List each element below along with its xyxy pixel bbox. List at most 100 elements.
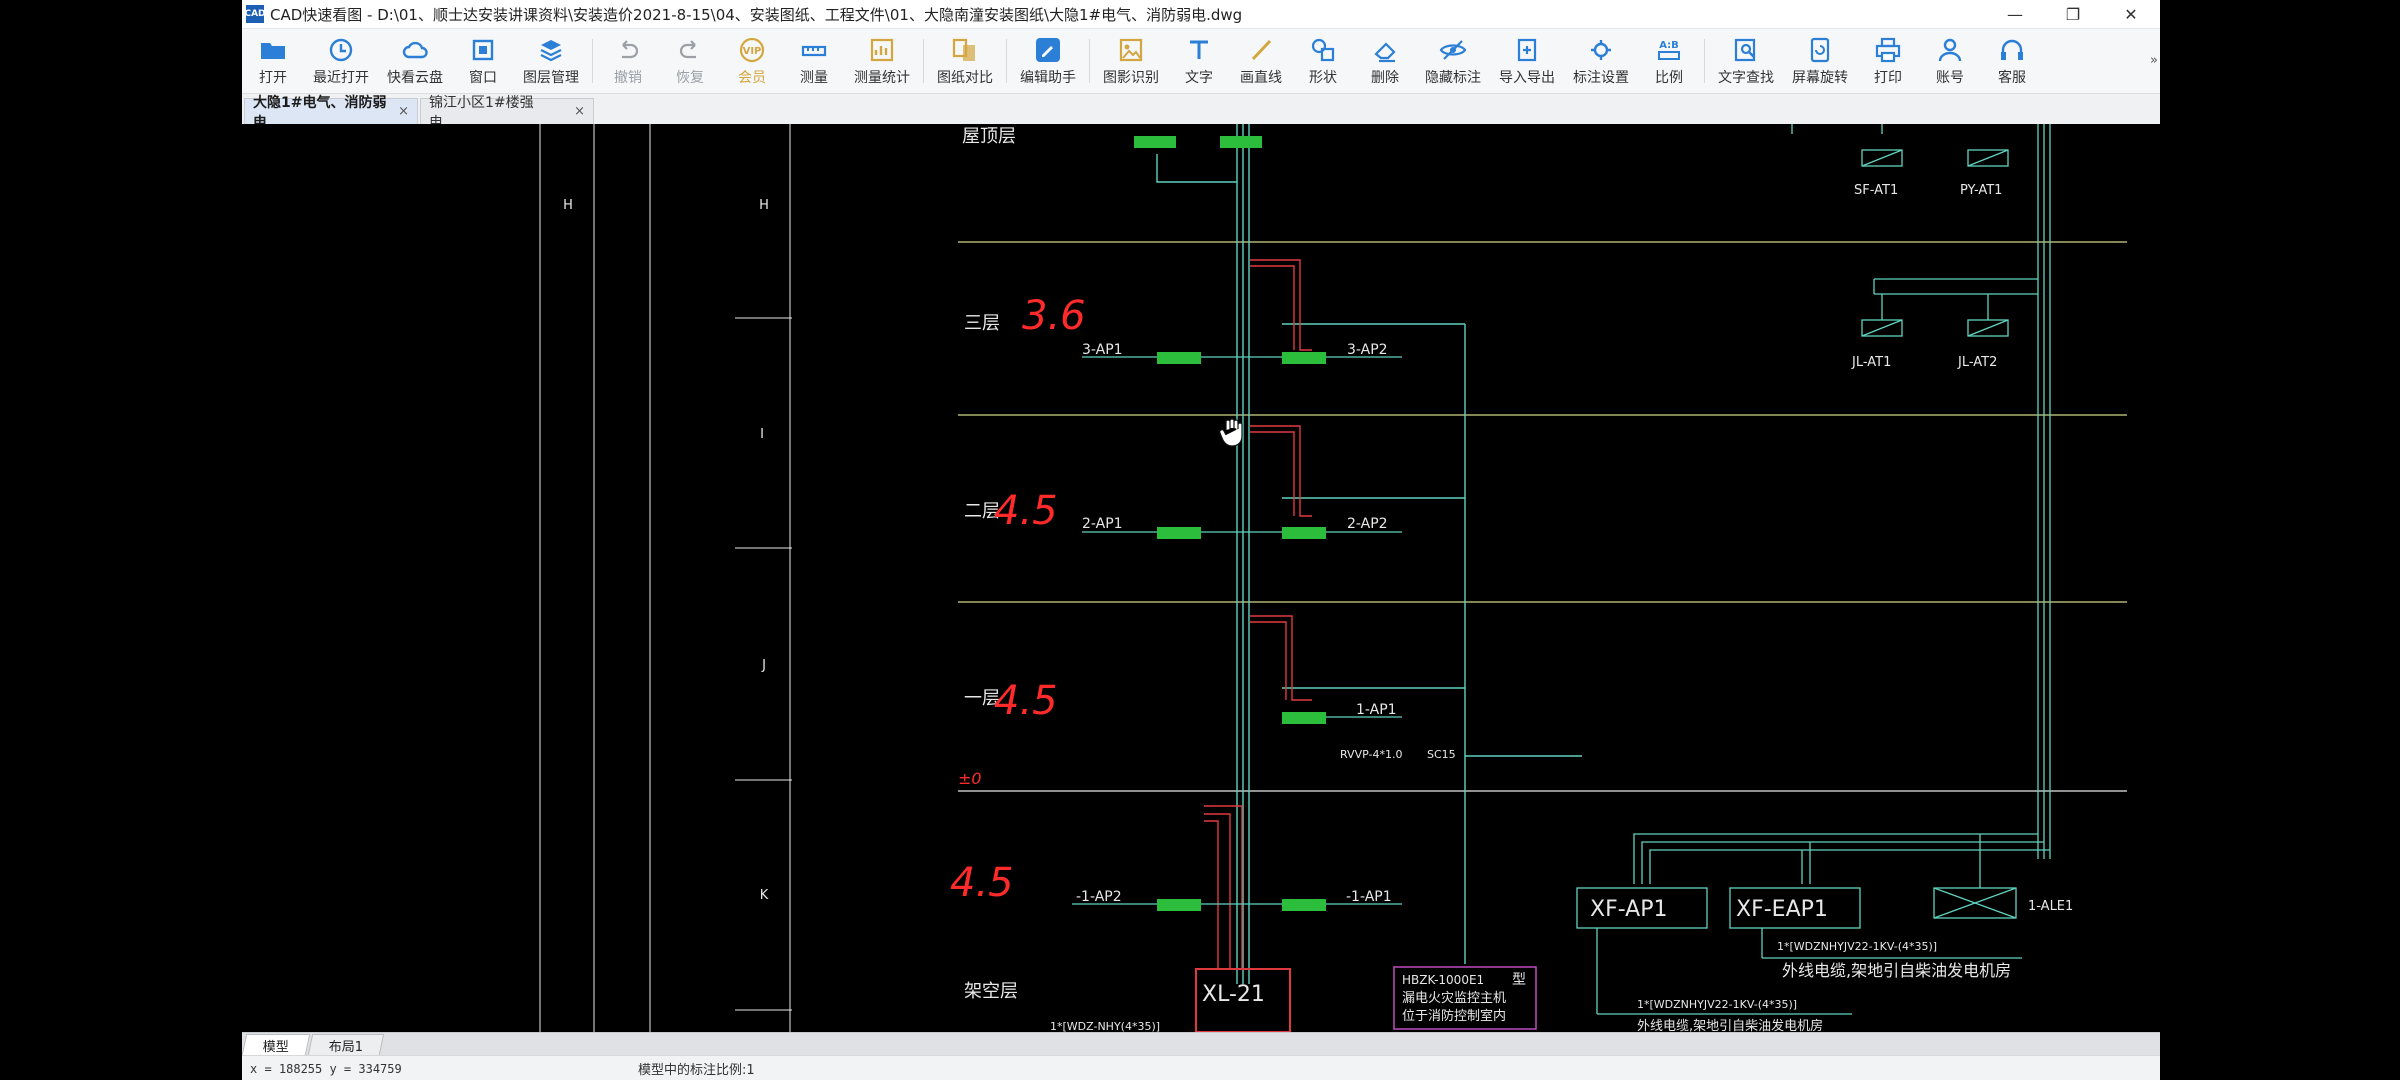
toolbar-more-button[interactable]: » xyxy=(2150,53,2158,68)
line-button[interactable]: 画直线 xyxy=(1230,29,1292,93)
hide-mark-button[interactable]: 隐藏标注 xyxy=(1416,29,1490,93)
account-label: 账号 xyxy=(1936,70,1964,86)
measure-label: 测量 xyxy=(800,70,828,86)
redo-icon xyxy=(675,35,705,65)
panel-box xyxy=(1282,712,1326,724)
user-icon xyxy=(1935,35,1965,65)
floor-label-roof: 屋顶层 xyxy=(962,126,1016,147)
redo-button[interactable]: 恢复 xyxy=(659,29,721,93)
close-window-button[interactable]: ✕ xyxy=(2102,0,2160,28)
svg-text:VIP: VIP xyxy=(743,46,762,57)
panel-label: PY-AT1 xyxy=(1960,183,2002,198)
vip-label: 会员 xyxy=(738,70,766,86)
erase-label: 删除 xyxy=(1371,70,1399,86)
window-title: CAD快速看图 - D:\01、顺士达安装讲课资料\安装造价2021-8-15\… xyxy=(270,5,1243,24)
close-tab-icon[interactable]: × xyxy=(398,104,409,119)
mark-settings-button[interactable]: 标注设置 xyxy=(1564,29,1638,93)
import-export-icon xyxy=(1512,35,1542,65)
annotation-scale: 模型中的标注比例:1 xyxy=(638,1063,755,1078)
clock-icon xyxy=(326,35,356,65)
axis-label: J xyxy=(761,658,766,673)
toolbar-separator xyxy=(923,39,924,83)
svg-text:A:B: A:B xyxy=(1659,40,1679,51)
window-button[interactable]: 窗口 xyxy=(452,29,514,93)
shadow-recog-button[interactable]: 图影识别 xyxy=(1094,29,1168,93)
scale-button[interactable]: A:B 比例 xyxy=(1638,29,1700,93)
window-label: 窗口 xyxy=(469,70,497,86)
text-button[interactable]: 文字 xyxy=(1168,29,1230,93)
layout-tab-layout1[interactable]: 布局1 xyxy=(307,1034,385,1055)
redo-label: 恢复 xyxy=(676,70,704,86)
toolbar-separator xyxy=(1704,39,1705,83)
panel-label: SF-AT1 xyxy=(1854,183,1898,198)
xf-eap1-label: XF-EAP1 xyxy=(1736,897,1828,922)
print-button[interactable]: 打印 xyxy=(1857,29,1919,93)
window-icon xyxy=(468,35,498,65)
hand-note-zero: ±0 xyxy=(958,769,982,788)
text-search-button[interactable]: 文字查找 xyxy=(1709,29,1783,93)
cloud-button[interactable]: 快看云盘 xyxy=(378,29,452,93)
stats-icon xyxy=(867,35,897,65)
recent-label: 最近打开 xyxy=(313,70,369,86)
drawing-canvas[interactable]: H H I J K 屋顶层 三层 二层 一层 架空层 3.6 4.5 4.5 4… xyxy=(242,124,2160,1032)
minimize-button[interactable]: — xyxy=(1986,0,2044,28)
main-toolbar: 打开 最近打开 快看云盘 窗口 图层管理 撤销 恢复 VIP 会员 测量 测量统计 图纸对比 编辑助手 图… xyxy=(242,29,2160,94)
panel-label: JL-AT1 xyxy=(1851,355,1891,370)
text-search-label: 文字查找 xyxy=(1718,70,1774,86)
hand-note-height: 4.5 xyxy=(994,488,1058,534)
hand-note-height: 3.6 xyxy=(1022,293,1086,339)
layers-button[interactable]: 图层管理 xyxy=(514,29,588,93)
import-export-label: 导入导出 xyxy=(1499,70,1555,86)
edit-assist-button[interactable]: 编辑助手 xyxy=(1011,29,1085,93)
rotate-button[interactable]: 屏幕旋转 xyxy=(1783,29,1857,93)
scale-label: 比例 xyxy=(1655,70,1683,86)
close-tab-icon[interactable]: × xyxy=(574,104,585,119)
measure-button[interactable]: 测量 xyxy=(783,29,845,93)
ale-label: 1-ALE1 xyxy=(2028,899,2073,914)
compare-icon xyxy=(950,35,980,65)
toolbar-separator xyxy=(592,39,593,83)
erase-button[interactable]: 删除 xyxy=(1354,29,1416,93)
undo-icon xyxy=(613,35,643,65)
compare-button[interactable]: 图纸对比 xyxy=(928,29,1002,93)
panel-label: -1-AP2 xyxy=(1076,889,1122,905)
main-riser xyxy=(1156,124,1582,984)
xf-ap1-label: XF-AP1 xyxy=(1590,897,1668,922)
print-label: 打印 xyxy=(1874,70,1902,86)
layout-tab-model[interactable]: 模型 xyxy=(242,1034,311,1055)
cad-drawing[interactable]: H H I J K 屋顶层 三层 二层 一层 架空层 3.6 4.5 4.5 4… xyxy=(242,124,2160,1032)
shape-label: 形状 xyxy=(1309,70,1337,86)
import-export-button[interactable]: 导入导出 xyxy=(1490,29,1564,93)
rotate-label: 屏幕旋转 xyxy=(1792,70,1848,86)
account-button[interactable]: 账号 xyxy=(1919,29,1981,93)
vip-button[interactable]: VIP 会员 xyxy=(721,29,783,93)
doc-tab-current[interactable]: 大隐1#电气、消防弱电 × xyxy=(244,95,418,131)
doc-tab-other[interactable]: 锦江小区1#楼强电、… × xyxy=(420,95,594,131)
service-button[interactable]: 客服 xyxy=(1981,29,2043,93)
line-icon xyxy=(1246,35,1276,65)
undo-button[interactable]: 撤销 xyxy=(597,29,659,93)
panel-label: 3-AP2 xyxy=(1347,342,1388,358)
measure-stats-button[interactable]: 测量统计 xyxy=(845,29,919,93)
open-button[interactable]: 打开 xyxy=(242,29,304,93)
compare-label: 图纸对比 xyxy=(937,70,993,86)
line-label: 画直线 xyxy=(1240,70,1282,86)
panel-box xyxy=(1157,352,1201,364)
recent-button[interactable]: 最近打开 xyxy=(304,29,378,93)
roof-panels xyxy=(1134,136,1262,148)
panel-label: 3-AP1 xyxy=(1082,342,1123,358)
floor-lines xyxy=(958,241,2127,603)
hand-note-height: 4.5 xyxy=(994,678,1058,724)
search-icon xyxy=(1731,35,1761,65)
hbzk-location: 位于消防控制室内 xyxy=(1402,1008,1506,1024)
app-logo-icon: CAD xyxy=(244,5,266,23)
shape-button[interactable]: 形状 xyxy=(1292,29,1354,93)
measure-stats-label: 测量统计 xyxy=(854,70,910,86)
restore-button[interactable]: ❐ xyxy=(2044,0,2102,28)
hbzk-model: HBZK-1000E1 xyxy=(1402,973,1484,987)
cable-label: RVVP-4*1.0 xyxy=(1340,748,1402,761)
text-label: 文字 xyxy=(1185,70,1213,86)
layout-tabs: 模型 布局1 xyxy=(242,1032,2160,1055)
scale-icon: A:B xyxy=(1654,35,1684,65)
floor-label-stilt: 架空层 xyxy=(964,981,1018,1002)
